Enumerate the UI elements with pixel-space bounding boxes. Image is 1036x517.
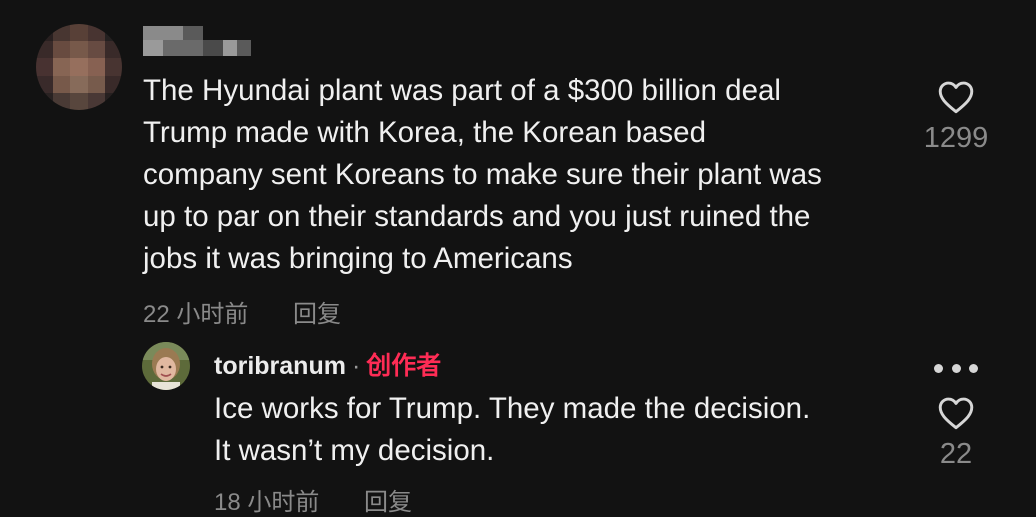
reply-time: 18 小时前: [214, 489, 320, 516]
like-count: 22: [939, 438, 973, 470]
heart-outline-icon[interactable]: [937, 80, 975, 114]
username-blurred[interactable]: [143, 26, 251, 62]
comment-text-line: jobs it was bringing to Americans: [143, 242, 573, 275]
reply-header: toribranum · 创作者: [214, 346, 441, 382]
like-count: 1299: [923, 122, 989, 154]
reply-meta: 18 小时前 回复: [214, 482, 412, 517]
comment-time: 22 小时前: [143, 301, 249, 328]
comment-text: The Hyundai plant was part of a $300 bil…: [143, 70, 913, 280]
reply-button[interactable]: 回复: [293, 301, 341, 328]
avatar[interactable]: [36, 24, 122, 110]
reply-button[interactable]: 回复: [364, 489, 412, 516]
comment-text-line: The Hyundai plant was part of a $300 bil…: [143, 74, 781, 107]
avatar[interactable]: [142, 342, 190, 390]
comment-text-line: company sent Koreans to make sure their …: [143, 158, 822, 191]
reply-username[interactable]: toribranum: [214, 352, 346, 380]
more-horizontal-icon[interactable]: [934, 362, 978, 374]
comment-meta: 22 小时前 回复: [143, 294, 341, 329]
comment-text-line: up to par on their standards and you jus…: [143, 200, 811, 233]
heart-outline-icon[interactable]: [937, 396, 975, 430]
separator-dot: ·: [351, 352, 361, 380]
reply-text-line: It wasn’t my decision.: [214, 434, 495, 467]
comment-text-line: Trump made with Korea, the Korean based: [143, 116, 706, 149]
creator-badge: 创作者: [366, 352, 442, 380]
reply-text: Ice works for Trump. They made the decis…: [214, 388, 810, 472]
reply-text-line: Ice works for Trump. They made the decis…: [214, 392, 811, 425]
